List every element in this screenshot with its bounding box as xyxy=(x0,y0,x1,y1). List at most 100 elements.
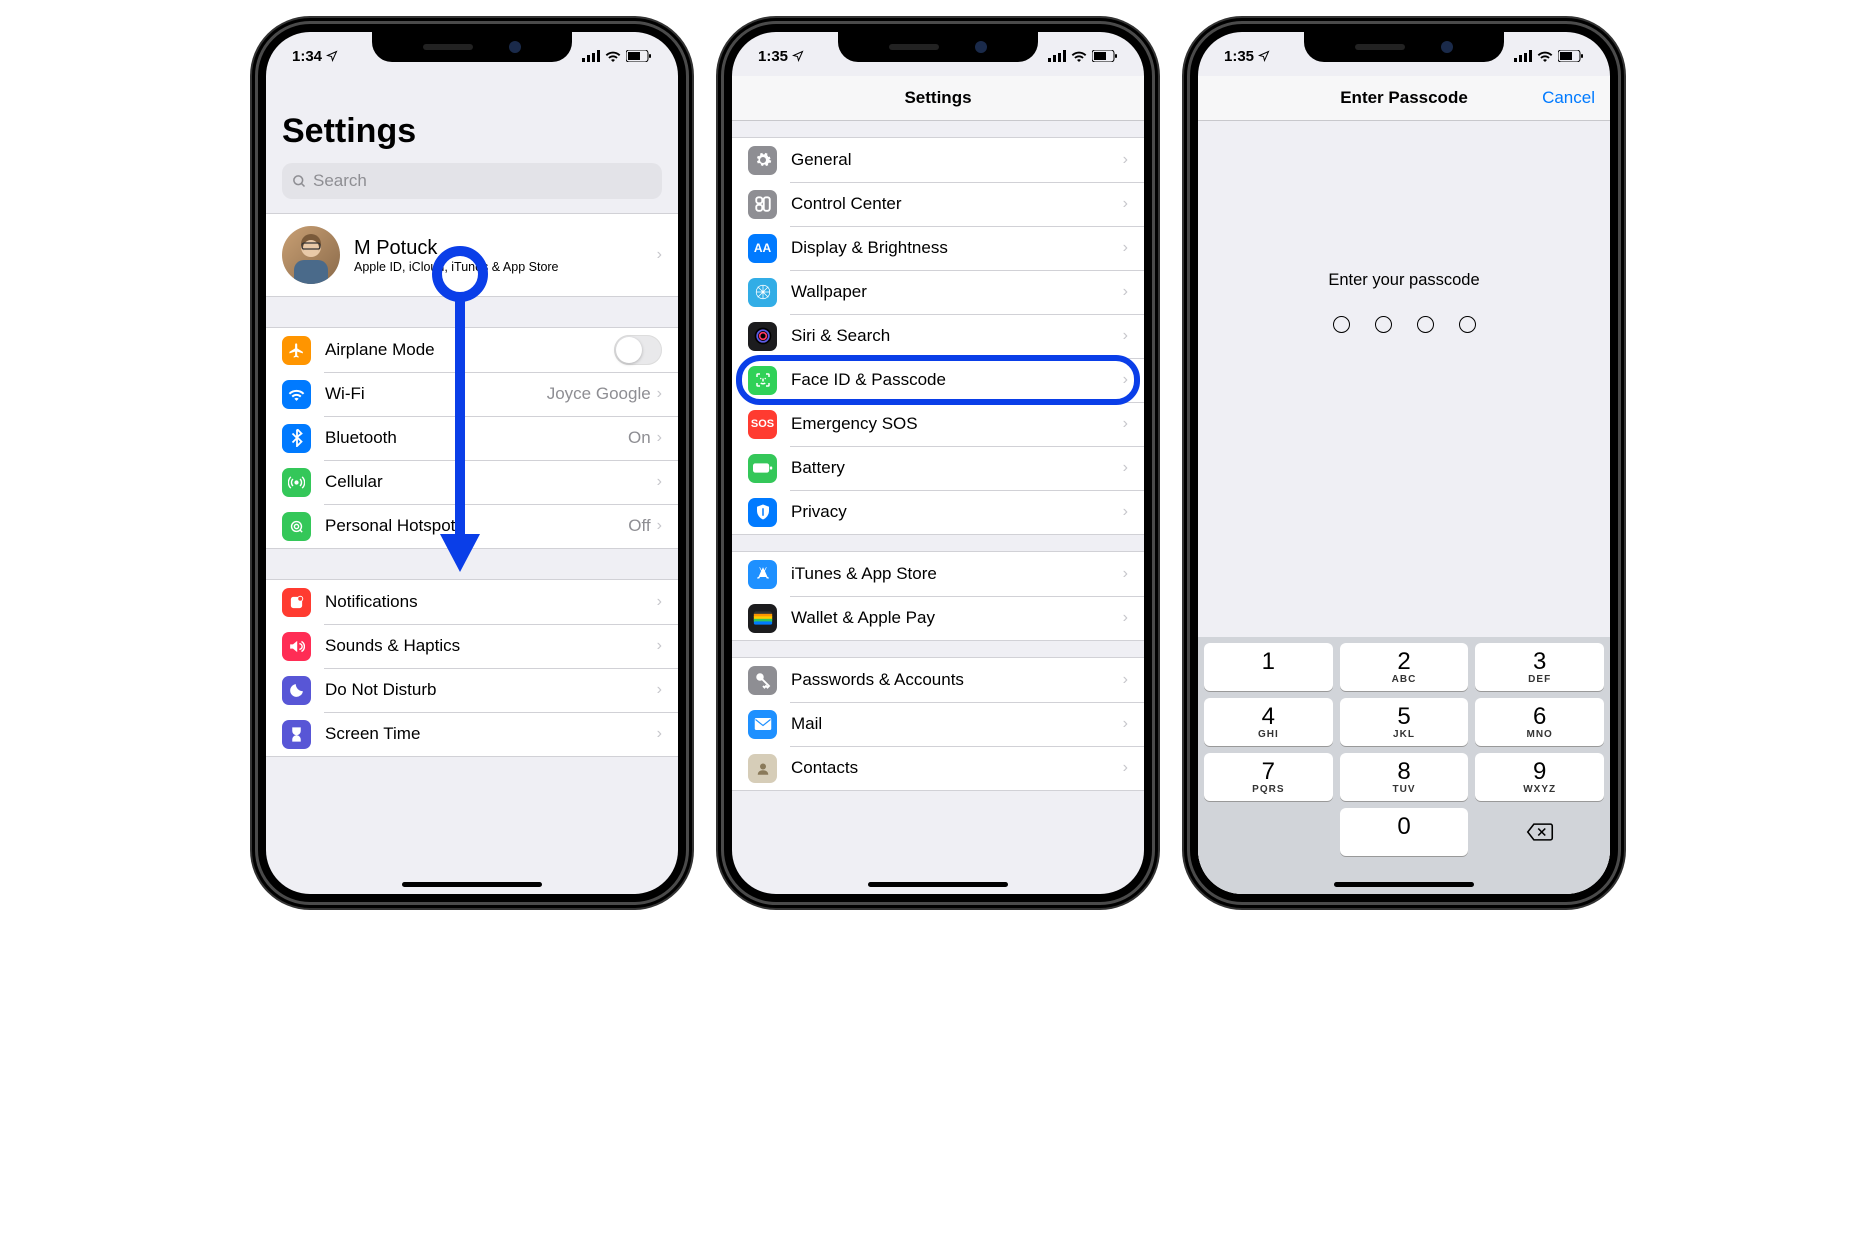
settings-row-cellular[interactable]: Cellular› xyxy=(266,460,678,504)
settings-row-itunes-app-store[interactable]: iTunes & App Store› xyxy=(732,552,1144,596)
key-letters: TUV xyxy=(1393,784,1416,795)
accounts-section: Passwords & Accounts›Mail›Contacts› xyxy=(732,657,1144,791)
search-input[interactable]: Search xyxy=(282,163,662,199)
profile-sub: Apple ID, iCloud, iTunes & App Store xyxy=(354,260,559,274)
notch xyxy=(1304,32,1504,62)
battery-icon xyxy=(626,50,652,62)
chevron-right-icon: › xyxy=(657,473,662,491)
gear-icon xyxy=(748,146,777,175)
row-label: iTunes & App Store xyxy=(791,564,1123,584)
key-letters: ABC xyxy=(1392,674,1417,685)
row-label: Emergency SOS xyxy=(791,414,1123,434)
key-letters: JKL xyxy=(1393,729,1415,740)
status-time: 1:35 xyxy=(758,48,788,65)
settings-row-wallet-apple-pay[interactable]: Wallet & Apple Pay› xyxy=(732,596,1144,640)
settings-row-sounds-haptics[interactable]: Sounds & Haptics› xyxy=(266,624,678,668)
passcode-dot xyxy=(1459,316,1476,333)
keypad-key-6[interactable]: 6MNO xyxy=(1475,698,1604,746)
row-label: Mail xyxy=(791,714,1123,734)
home-indicator[interactable] xyxy=(868,882,1008,887)
signal-icon xyxy=(1048,50,1066,62)
key-number: 6 xyxy=(1533,705,1546,729)
settings-row-airplane-mode[interactable]: Airplane Mode xyxy=(266,328,678,372)
keypad-blank xyxy=(1204,808,1333,856)
location-icon xyxy=(326,50,338,62)
settings-row-battery[interactable]: Battery› xyxy=(732,446,1144,490)
chevron-right-icon: › xyxy=(1123,609,1128,627)
settings-root-content[interactable]: Settings Search M Potuck Apple ID, iClou… xyxy=(266,32,678,894)
keypad-key-4[interactable]: 4GHI xyxy=(1204,698,1333,746)
keypad-key-1[interactable]: 1 xyxy=(1204,643,1333,691)
row-label: General xyxy=(791,150,1123,170)
keypad-key-3[interactable]: 3DEF xyxy=(1475,643,1604,691)
home-indicator[interactable] xyxy=(402,882,542,887)
key-letters: WXYZ xyxy=(1523,784,1556,795)
key-letters: DEF xyxy=(1528,674,1551,685)
row-label: Battery xyxy=(791,458,1123,478)
row-label: Siri & Search xyxy=(791,326,1123,346)
screen-1: 1:34 Settings Search xyxy=(266,32,678,894)
keypad-key-7[interactable]: 7PQRS xyxy=(1204,753,1333,801)
keypad-key-5[interactable]: 5JKL xyxy=(1340,698,1469,746)
chevron-right-icon: › xyxy=(1123,565,1128,583)
passcode-dots xyxy=(1198,316,1610,333)
passcode-dot xyxy=(1417,316,1434,333)
airplane-icon xyxy=(282,336,311,365)
settings-list-content[interactable]: Settings General›Control Center›AADispla… xyxy=(732,32,1144,894)
key-number: 8 xyxy=(1397,760,1410,784)
settings-row-face-id-passcode[interactable]: Face ID & Passcode› xyxy=(732,358,1144,402)
settings-row-bluetooth[interactable]: BluetoothOn› xyxy=(266,416,678,460)
key-icon xyxy=(748,666,777,695)
cellular-icon xyxy=(282,468,311,497)
key-number: 9 xyxy=(1533,760,1546,784)
chevron-right-icon: › xyxy=(1123,715,1128,733)
row-detail: On xyxy=(628,428,651,448)
chevron-right-icon: › xyxy=(1123,327,1128,345)
status-time: 1:34 xyxy=(292,48,322,65)
keypad-backspace[interactable] xyxy=(1475,808,1604,856)
keypad-key-8[interactable]: 8TUV xyxy=(1340,753,1469,801)
key-number: 1 xyxy=(1262,650,1275,674)
settings-row-personal-hotspot[interactable]: Personal HotspotOff› xyxy=(266,504,678,548)
settings-row-control-center[interactable]: Control Center› xyxy=(732,182,1144,226)
keypad-key-2[interactable]: 2ABC xyxy=(1340,643,1469,691)
key-number: 0 xyxy=(1397,815,1410,839)
settings-row-wi-fi[interactable]: Wi-FiJoyce Google› xyxy=(266,372,678,416)
row-label: Sounds & Haptics xyxy=(325,636,657,656)
settings-row-screen-time[interactable]: Screen Time› xyxy=(266,712,678,756)
row-detail: Joyce Google xyxy=(547,384,651,404)
nav-bar: Enter Passcode Cancel xyxy=(1198,76,1610,121)
chevron-right-icon: › xyxy=(657,637,662,655)
keypad-key-0[interactable]: 0 xyxy=(1340,808,1469,856)
toggle-switch[interactable] xyxy=(614,335,662,365)
notch xyxy=(838,32,1038,62)
nav-title: Settings xyxy=(904,88,971,108)
settings-row-notifications[interactable]: Notifications› xyxy=(266,580,678,624)
settings-row-wallpaper[interactable]: Wallpaper› xyxy=(732,270,1144,314)
nav-title: Enter Passcode xyxy=(1340,88,1468,108)
settings-row-siri-search[interactable]: Siri & Search› xyxy=(732,314,1144,358)
row-label: Control Center xyxy=(791,194,1123,214)
settings-row-general[interactable]: General› xyxy=(732,138,1144,182)
profile-name: M Potuck xyxy=(354,237,559,260)
settings-row-mail[interactable]: Mail› xyxy=(732,702,1144,746)
chevron-right-icon: › xyxy=(657,517,662,535)
settings-row-contacts[interactable]: Contacts› xyxy=(732,746,1144,790)
settings-row-passwords-accounts[interactable]: Passwords & Accounts› xyxy=(732,658,1144,702)
row-detail: Off xyxy=(628,516,650,536)
settings-row-do-not-disturb[interactable]: Do Not Disturb› xyxy=(266,668,678,712)
key-number: 7 xyxy=(1262,760,1275,784)
chevron-right-icon: › xyxy=(1123,195,1128,213)
settings-row-emergency-sos[interactable]: SOSEmergency SOS› xyxy=(732,402,1144,446)
settings-row-display-brightness[interactable]: AADisplay & Brightness› xyxy=(732,226,1144,270)
row-label: Wi-Fi xyxy=(325,384,547,404)
apple-id-row[interactable]: M Potuck Apple ID, iCloud, iTunes & App … xyxy=(266,214,678,296)
row-label: Wallet & Apple Pay xyxy=(791,608,1123,628)
passcode-prompt: Enter your passcode xyxy=(1198,271,1610,290)
cancel-button[interactable]: Cancel xyxy=(1542,88,1595,108)
keypad-key-9[interactable]: 9WXYZ xyxy=(1475,753,1604,801)
phone-frame-1: 1:34 Settings Search xyxy=(252,18,692,908)
settings-row-privacy[interactable]: Privacy› xyxy=(732,490,1144,534)
appstore-icon xyxy=(748,560,777,589)
home-indicator[interactable] xyxy=(1334,882,1474,887)
